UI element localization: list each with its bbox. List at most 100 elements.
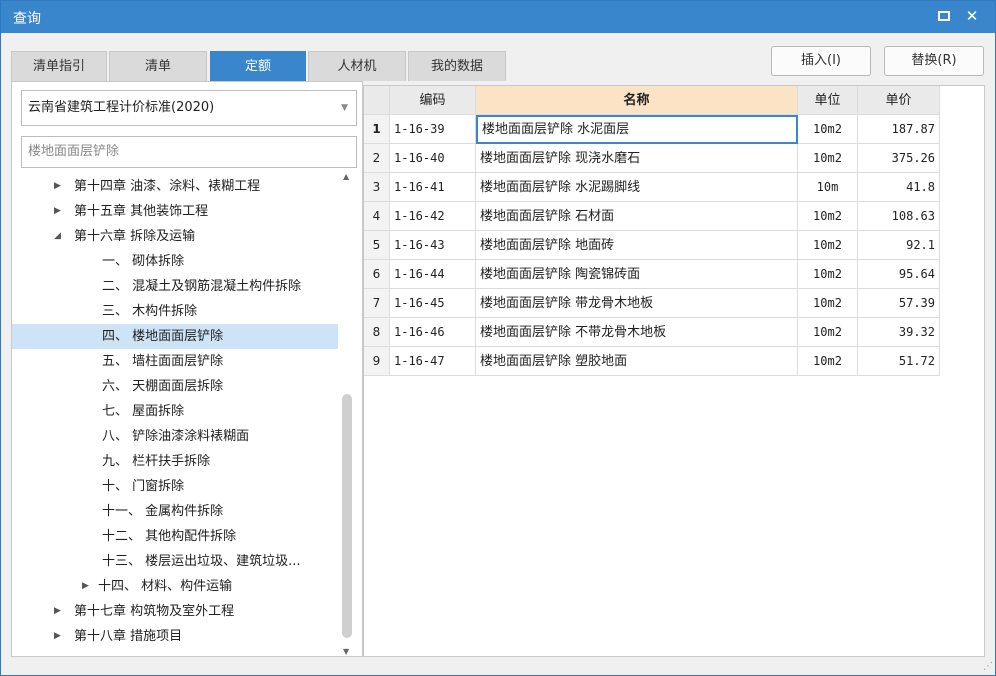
tree-node[interactable]: ▶ 第十八章 措施项目 <box>12 624 338 649</box>
tree-node-label: 九、 栏杆扶手拆除 <box>102 454 211 469</box>
header-code[interactable]: 编码 <box>390 86 476 115</box>
price-cell[interactable]: 95.64 <box>858 260 940 289</box>
name-cell[interactable]: 楼地面面层铲除 陶瓷锦砖面 <box>476 260 798 289</box>
unit-cell[interactable]: 10m2 <box>798 318 858 347</box>
tree-node[interactable]: 八、 铲除油漆涂料裱糊面 <box>12 424 338 449</box>
name-cell[interactable]: 楼地面面层铲除 现浇水磨石 <box>476 144 798 173</box>
code-cell[interactable]: 1-16-45 <box>390 289 476 318</box>
tree-node[interactable]: ◢ 第十六章 拆除及运输 <box>12 224 338 249</box>
code-cell[interactable]: 1-16-46 <box>390 318 476 347</box>
code-cell[interactable]: 1-16-41 <box>390 173 476 202</box>
code-cell[interactable]: 1-16-47 <box>390 347 476 376</box>
table-row[interactable]: 6 1-16-44 楼地面面层铲除 陶瓷锦砖面 10m2 95.64 <box>364 260 940 289</box>
unit-cell[interactable]: 10m2 <box>798 289 858 318</box>
tree-node[interactable]: ▶ 十四、 材料、构件运输 <box>12 574 338 599</box>
table-row[interactable]: 1 1-16-39 楼地面面层铲除 水泥面层 10m2 187.87 <box>364 115 940 144</box>
tree-node[interactable]: 十三、 楼层运出垃圾、建筑垃圾... <box>12 549 338 574</box>
header-price[interactable]: 单价 <box>858 86 940 115</box>
name-cell[interactable]: 楼地面面层铲除 水泥踢脚线 <box>476 173 798 202</box>
tree-node[interactable]: 二、 混凝土及钢筋混凝土构件拆除 <box>12 274 338 299</box>
name-cell[interactable]: 楼地面面层铲除 塑胶地面 <box>476 347 798 376</box>
tree-node[interactable]: 九、 栏杆扶手拆除 <box>12 449 338 474</box>
scroll-up-icon[interactable]: ▲ <box>343 172 349 181</box>
expand-icon[interactable]: ▶ <box>82 574 89 599</box>
tree-node[interactable]: 四、 楼地面面层铲除 <box>12 324 338 349</box>
unit-cell[interactable]: 10m2 <box>798 144 858 173</box>
header-name[interactable]: 名称 <box>476 86 798 115</box>
tab-bill-guide[interactable]: 清单指引 <box>11 51 107 81</box>
tab-quota[interactable]: 定额 <box>210 51 306 81</box>
code-cell[interactable]: 1-16-40 <box>390 144 476 173</box>
name-cell[interactable]: 楼地面面层铲除 地面砖 <box>476 231 798 260</box>
row-index: 6 <box>364 260 390 289</box>
header-unit[interactable]: 单位 <box>798 86 858 115</box>
standard-select[interactable]: 云南省建筑工程计价标准(2020) ▼ <box>21 90 357 126</box>
expand-icon[interactable]: ▶ <box>54 174 61 199</box>
tab-my-data[interactable]: 我的数据 <box>408 51 506 81</box>
tree-node[interactable]: ▶ 第十四章 油漆、涂料、裱糊工程 <box>12 174 338 199</box>
name-cell[interactable]: 楼地面面层铲除 不带龙骨木地板 <box>476 318 798 347</box>
price-cell[interactable]: 39.32 <box>858 318 940 347</box>
price-cell[interactable]: 41.8 <box>858 173 940 202</box>
scroll-down-icon[interactable]: ▼ <box>343 647 349 656</box>
tab-labor-material-machine[interactable]: 人材机 <box>308 51 406 81</box>
tree-node-label: 第十八章 措施项目 <box>74 629 183 644</box>
tree-node[interactable]: 十二、 其他构配件拆除 <box>12 524 338 549</box>
unit-cell[interactable]: 10m2 <box>798 115 858 144</box>
name-cell[interactable]: 楼地面面层铲除 水泥面层 <box>476 115 798 144</box>
unit-cell[interactable]: 10m2 <box>798 231 858 260</box>
price-cell[interactable]: 57.39 <box>858 289 940 318</box>
code-cell[interactable]: 1-16-42 <box>390 202 476 231</box>
expand-icon[interactable]: ▶ <box>54 624 61 649</box>
scrollbar-thumb[interactable] <box>342 394 352 638</box>
tree-node[interactable]: ▶ 第十七章 构筑物及室外工程 <box>12 599 338 624</box>
name-cell[interactable]: 楼地面面层铲除 带龙骨木地板 <box>476 289 798 318</box>
code-cell[interactable]: 1-16-43 <box>390 231 476 260</box>
tree-node[interactable]: 五、 墙柱面面层铲除 <box>12 349 338 374</box>
price-cell[interactable]: 108.63 <box>858 202 940 231</box>
code-cell[interactable]: 1-16-39 <box>390 115 476 144</box>
tree-node[interactable]: 七、 屋面拆除 <box>12 399 338 424</box>
table-row[interactable]: 8 1-16-46 楼地面面层铲除 不带龙骨木地板 10m2 39.32 <box>364 318 940 347</box>
replace-button[interactable]: 替换(R) <box>884 46 984 76</box>
unit-cell[interactable]: 10m2 <box>798 347 858 376</box>
price-cell[interactable]: 92.1 <box>858 231 940 260</box>
unit-cell[interactable]: 10m2 <box>798 202 858 231</box>
table-row[interactable]: 3 1-16-41 楼地面面层铲除 水泥踢脚线 10m 41.8 <box>364 173 940 202</box>
tree-node[interactable]: 十一、 金属构件拆除 <box>12 499 338 524</box>
unit-cell[interactable]: 10m2 <box>798 260 858 289</box>
expand-icon[interactable]: ▶ <box>54 599 61 624</box>
unit-cell[interactable]: 10m <box>798 173 858 202</box>
tree-node-label: 八、 铲除油漆涂料裱糊面 <box>102 429 250 444</box>
tree-node-label: 十三、 楼层运出垃圾、建筑垃圾... <box>102 554 301 569</box>
table-row[interactable]: 7 1-16-45 楼地面面层铲除 带龙骨木地板 10m2 57.39 <box>364 289 940 318</box>
tree-node[interactable]: ▶ 第十五章 其他装饰工程 <box>12 199 338 224</box>
close-icon[interactable]: ✕ <box>963 7 981 25</box>
tree-node[interactable]: 一、 砌体拆除 <box>12 249 338 274</box>
price-cell[interactable]: 187.87 <box>858 115 940 144</box>
insert-button[interactable]: 插入(I) <box>771 46 871 76</box>
tab-bill[interactable]: 清单 <box>109 51 207 81</box>
price-cell[interactable]: 51.72 <box>858 347 940 376</box>
title-bar[interactable]: 查询 ✕ <box>1 1 995 33</box>
resize-grip-icon[interactable]: ⋰ <box>983 661 993 672</box>
table-header: 编码 名称 单位 单价 <box>364 86 940 115</box>
chevron-down-icon[interactable]: ▼ <box>341 91 348 125</box>
query-dialog: 查询 ✕ 清单指引 清单 定额 人材机 我的数据 插入(I) 替换(R) 云南省… <box>0 0 996 676</box>
expand-icon[interactable]: ▶ <box>54 199 61 224</box>
tree-node[interactable]: 十、 门窗拆除 <box>12 474 338 499</box>
maximize-icon[interactable] <box>935 7 953 25</box>
collapse-icon[interactable]: ◢ <box>54 224 61 249</box>
tree-node[interactable]: 六、 天棚面面层拆除 <box>12 374 338 399</box>
table-row[interactable]: 4 1-16-42 楼地面面层铲除 石材面 10m2 108.63 <box>364 202 940 231</box>
table-row[interactable]: 2 1-16-40 楼地面面层铲除 现浇水磨石 10m2 375.26 <box>364 144 940 173</box>
tree-node-label: 六、 天棚面面层拆除 <box>102 379 224 394</box>
search-input[interactable]: 楼地面面层铲除 <box>21 136 357 168</box>
tree-node[interactable]: 三、 木构件拆除 <box>12 299 338 324</box>
tree-scrollbar[interactable]: ▲ ▼ <box>340 172 354 656</box>
price-cell[interactable]: 375.26 <box>858 144 940 173</box>
table-row[interactable]: 5 1-16-43 楼地面面层铲除 地面砖 10m2 92.1 <box>364 231 940 260</box>
code-cell[interactable]: 1-16-44 <box>390 260 476 289</box>
name-cell[interactable]: 楼地面面层铲除 石材面 <box>476 202 798 231</box>
table-row[interactable]: 9 1-16-47 楼地面面层铲除 塑胶地面 10m2 51.72 <box>364 347 940 376</box>
